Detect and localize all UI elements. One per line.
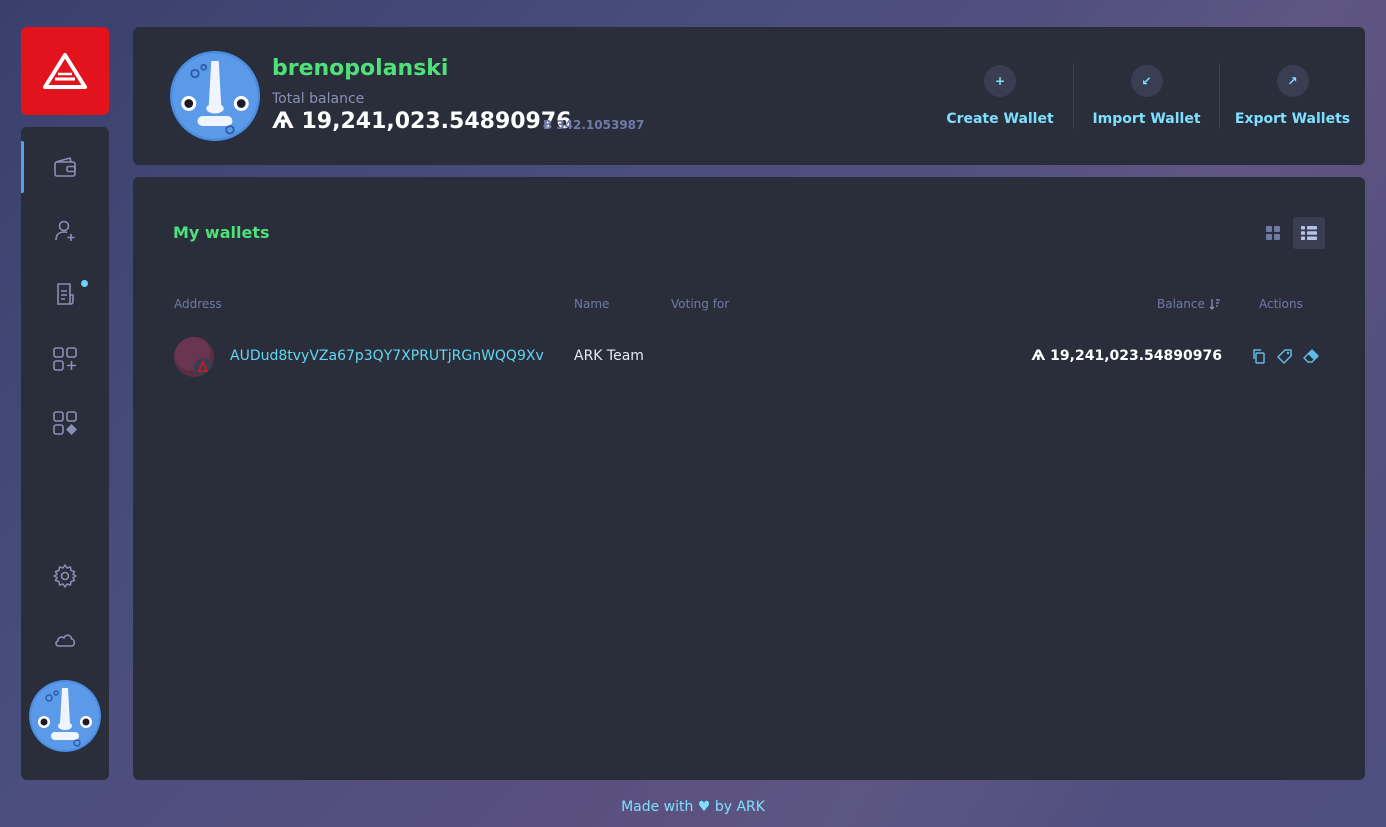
sidebar-profile-avatar[interactable] xyxy=(29,680,101,752)
profile-name: brenopolanski xyxy=(272,56,449,81)
gear-icon xyxy=(53,564,77,588)
row-actions xyxy=(1251,348,1319,364)
profile-avatar-icon xyxy=(29,680,101,752)
copy-icon xyxy=(1253,349,1265,364)
wallet-address-link[interactable]: AUDud8tvyVZa67p3QY7XPRUTjRGnWQQ9Xv xyxy=(230,348,544,364)
wallet-avatar-icon xyxy=(174,337,214,377)
sidebar-item-contacts[interactable] xyxy=(21,205,109,257)
remove-wallet-button[interactable] xyxy=(1303,348,1319,364)
tag-icon xyxy=(1277,349,1292,364)
plugins-icon xyxy=(53,347,77,371)
total-balance-value: Ѧ 19,241,023.54890976 xyxy=(272,109,572,134)
sidebar xyxy=(21,127,109,780)
table-row[interactable]: AUDud8tvyVZa67p3QY7XPRUTjRGnWQQ9Xv ARK T… xyxy=(173,337,1325,377)
view-toggle xyxy=(1257,217,1325,249)
grid-icon xyxy=(1266,226,1280,240)
create-wallet-label: Create Wallet xyxy=(946,111,1054,127)
total-balance-btc: Ƀ 342.1053987 xyxy=(543,118,645,132)
export-wallets-label: Export Wallets xyxy=(1234,111,1351,127)
cloud-icon xyxy=(55,634,76,647)
ark-logo-icon xyxy=(43,53,87,89)
sidebar-item-networks[interactable] xyxy=(21,614,109,666)
wallet-name: ARK Team xyxy=(574,348,644,364)
column-header-name[interactable]: Name xyxy=(574,297,609,311)
create-wallet-button[interactable]: + Create Wallet xyxy=(927,63,1073,129)
sidebar-item-plugins[interactable] xyxy=(21,333,109,385)
import-wallet-button[interactable]: ↙ Import Wallet xyxy=(1073,63,1219,129)
import-arrow-icon: ↙ xyxy=(1130,65,1163,97)
column-header-balance-label: Balance xyxy=(1157,297,1205,311)
profile-header: brenopolanski Total balance Ѧ 19,241,023… xyxy=(133,27,1365,165)
sidebar-item-wallets[interactable] xyxy=(21,141,109,193)
add-contact-icon xyxy=(55,220,75,241)
list-icon xyxy=(1301,226,1317,240)
export-wallets-button[interactable]: ↗ Export Wallets xyxy=(1219,63,1365,129)
total-balance-label: Total balance xyxy=(272,91,365,107)
announcements-icon xyxy=(57,283,74,305)
profile-avatar-large-icon xyxy=(170,51,260,141)
rename-wallet-button[interactable] xyxy=(1277,348,1293,364)
wallets-panel: My wallets Address Name Voting for Balan… xyxy=(133,177,1365,780)
footer-credit: Made with ♥ by ARK xyxy=(621,799,765,815)
wallet-actions: + Create Wallet ↙ Import Wallet ↗ Export… xyxy=(927,63,1365,129)
import-wallet-label: Import Wallet xyxy=(1092,111,1201,127)
column-header-balance[interactable]: Balance xyxy=(1157,297,1221,311)
wallet-avatar xyxy=(174,337,214,377)
grid-view-button[interactable] xyxy=(1257,217,1289,249)
export-arrow-icon: ↗ xyxy=(1276,65,1309,97)
column-header-actions: Actions xyxy=(1259,297,1303,311)
plugin-manager-icon xyxy=(53,411,77,435)
copy-address-button[interactable] xyxy=(1251,348,1267,364)
sidebar-item-announcements[interactable] xyxy=(21,268,109,320)
ark-logo[interactable] xyxy=(21,27,109,115)
column-header-address[interactable]: Address xyxy=(174,297,222,311)
list-view-button[interactable] xyxy=(1293,217,1325,249)
page-title: My wallets xyxy=(173,223,270,242)
plus-icon: + xyxy=(984,65,1016,97)
sidebar-item-plugin-manager[interactable] xyxy=(21,397,109,449)
sort-icon xyxy=(1209,299,1220,310)
eraser-icon xyxy=(1303,349,1319,363)
column-header-voting-for[interactable]: Voting for xyxy=(671,297,729,311)
sidebar-item-settings[interactable] xyxy=(21,550,109,602)
announcements-badge xyxy=(81,280,88,287)
wallet-icon xyxy=(54,157,76,177)
wallet-balance: Ѧ 19,241,023.54890976 xyxy=(1031,348,1222,364)
profile-avatar[interactable] xyxy=(170,51,260,141)
